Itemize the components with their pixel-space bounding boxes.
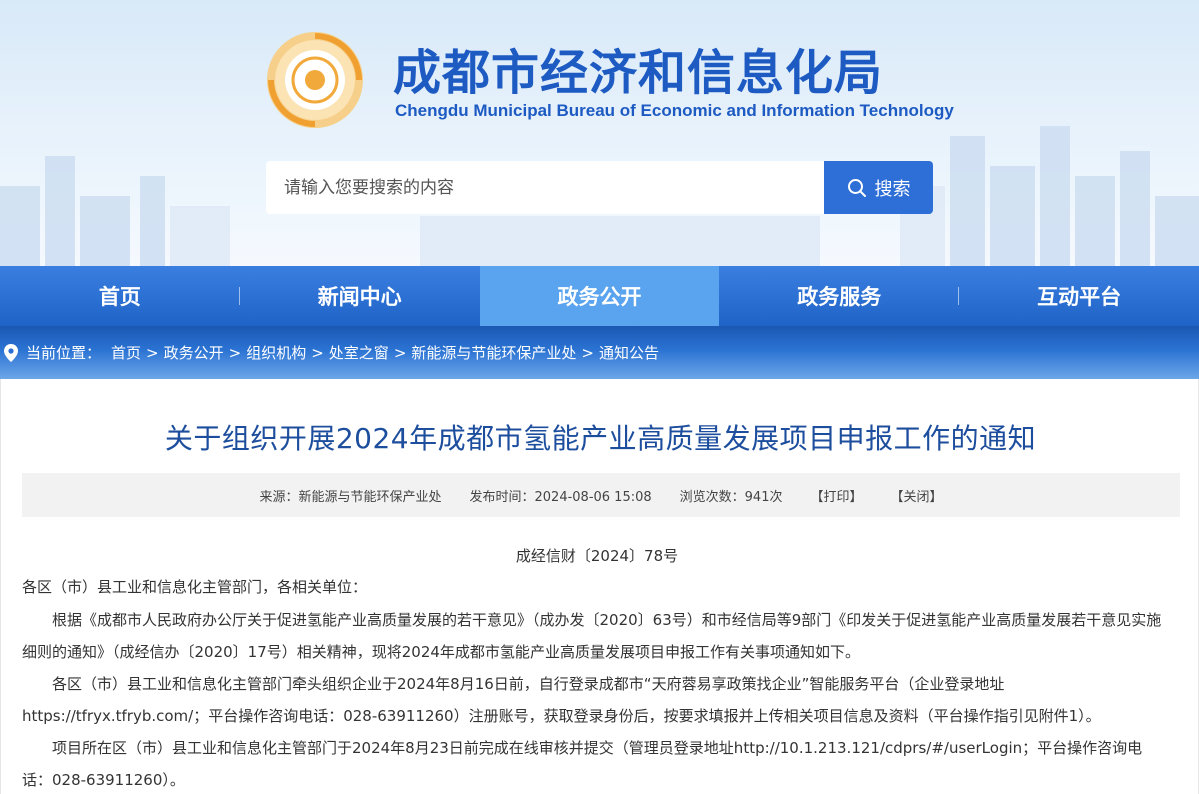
breadcrumb-item-department[interactable]: 新能源与节能环保产业处 [411,342,576,363]
nav-item-interaction[interactable]: 互动平台 [959,266,1199,326]
document-number: 成经信财〔2024〕78号 [515,547,679,565]
nav-item-government-affairs[interactable]: 政务公开 [479,266,720,326]
breadcrumb-separator: > [311,343,324,362]
breadcrumb-prefix: 当前位置： [26,344,102,362]
breadcrumb-item-home[interactable]: 首页 [111,342,141,363]
article-container: 关于组织开展2024年成都市氢能产业高质量发展项目申报工作的通知 来源：新能源与… [0,379,1199,794]
nav-item-news[interactable]: 新闻中心 [240,266,480,326]
search-icon [847,178,866,197]
breadcrumb-separator: > [393,343,407,362]
article-paragraph: 项目所在区（市）县工业和信息化主管部门于2024年8月23日前完成在线审核并提交… [22,739,1143,789]
article-title: 关于组织开展2024年成都市氢能产业高质量发展项目申报工作的通知 [164,422,1037,455]
close-button[interactable]: 【关闭】 [891,486,943,505]
article-body: 成经信财〔2024〕78号 各区（市）县工业和信息化主管部门，各相关单位： 根据… [22,540,1172,794]
article-source: 来源：新能源与节能环保产业处 [259,489,442,505]
search-button-label: 搜索 [874,178,911,200]
nav-item-services[interactable]: 政务服务 [719,266,960,326]
print-button[interactable]: 【打印】 [810,486,862,505]
breadcrumb-separator: > [146,343,159,362]
site-subtitle: Chengdu Municipal Bureau of Economic and… [395,101,954,120]
nav-label: 互动平台 [1037,285,1122,309]
nav-label: 政务服务 [797,285,882,309]
breadcrumb-item-org[interactable]: 组织机构 [246,342,306,363]
nav-item-home[interactable]: 首页 [0,266,240,326]
breadcrumb-item-offices[interactable]: 处室之窗 [329,342,389,363]
article-meta: 来源：新能源与节能环保产业处 发布时间：2024-08-06 15:08 浏览次… [22,473,1180,517]
nav-label: 新闻中心 [317,285,402,309]
site-header: 成都市经济和信息化局 Chengdu Municipal Bureau of E… [0,0,1199,266]
main-nav: 首页 新闻中心 政务公开 政务服务 互动平台 [0,266,1199,326]
article-views: 浏览次数：941次 [679,489,783,505]
search-button[interactable]: 搜索 [824,161,933,214]
search-input[interactable] [266,161,826,214]
salutation: 各区（市）县工业和信息化主管部门，各相关单位： [22,578,368,596]
article-paragraph: 各区（市）县工业和信息化主管部门牵头组织企业于2024年8月16日前，自行登录成… [22,675,1101,725]
breadcrumb-item-gov[interactable]: 政务公开 [164,342,224,363]
article-paragraph: 根据《成都市人民政府办公厅关于促进氢能产业高质量发展的若干意见》（成办发〔202… [22,611,1162,661]
nav-label: 政务公开 [557,285,642,309]
article-publish-time: 发布时间：2024-08-06 15:08 [469,489,652,505]
location-pin-icon [4,343,18,362]
breadcrumb-item-notices[interactable]: 通知公告 [599,342,659,363]
logo-emblem[interactable] [265,30,365,130]
site-title: 成都市经济和信息化局 [393,45,884,101]
breadcrumb-separator: > [581,343,594,362]
breadcrumb-separator: > [228,343,242,362]
nav-label: 首页 [98,285,141,309]
breadcrumb: 当前位置： 首页 > 政务公开 > 组织机构 > 处室之窗 > 新能源与节能环保… [0,326,1199,379]
